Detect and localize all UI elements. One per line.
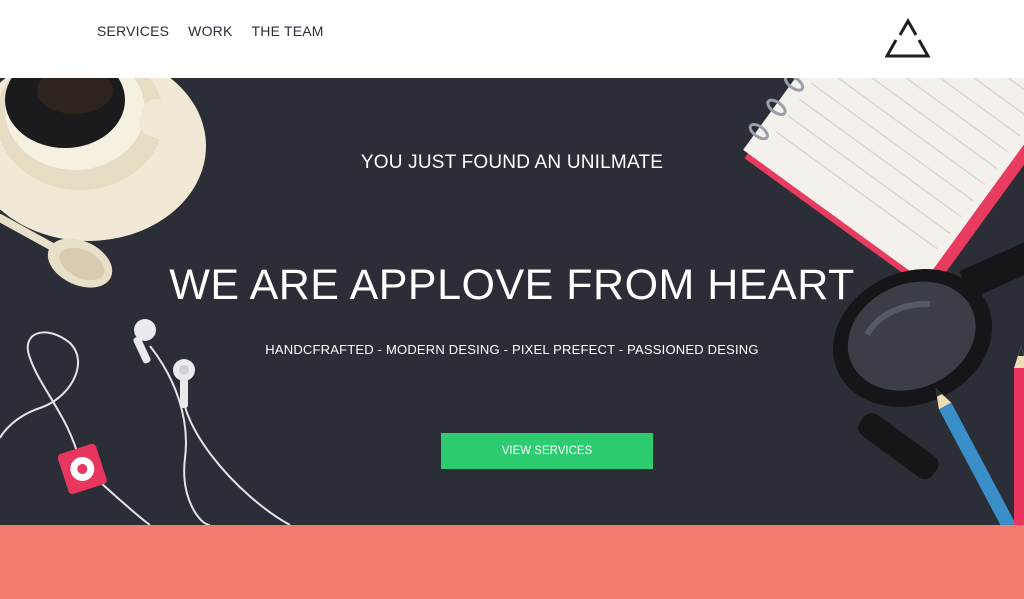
main-nav: SERVICES WORK THE TEAM [97, 23, 324, 39]
hero-section: YOU JUST FOUND AN UNILMATE WE ARE APPLOV… [0, 78, 1024, 525]
hero-subline: HANDCFRAFTED - MODERN DESING - PIXEL PRE… [265, 342, 759, 357]
triangle-logo-icon[interactable] [885, 18, 931, 60]
nav-services[interactable]: SERVICES [97, 23, 169, 39]
earbud-right [173, 359, 195, 408]
music-player-icon [57, 443, 107, 495]
hero-tagline: YOU JUST FOUND AN UNILMATE [360, 152, 664, 173]
nav-the-team[interactable]: THE TEAM [252, 23, 324, 39]
coral-section [0, 525, 1024, 599]
nav-work[interactable]: WORK [188, 23, 232, 39]
hero-headline: WE ARE APPLOVE FROM HEART [169, 261, 855, 309]
site-header: SERVICES WORK THE TEAM [0, 0, 1024, 78]
view-services-button[interactable]: VIEW SERVICES [441, 433, 653, 469]
